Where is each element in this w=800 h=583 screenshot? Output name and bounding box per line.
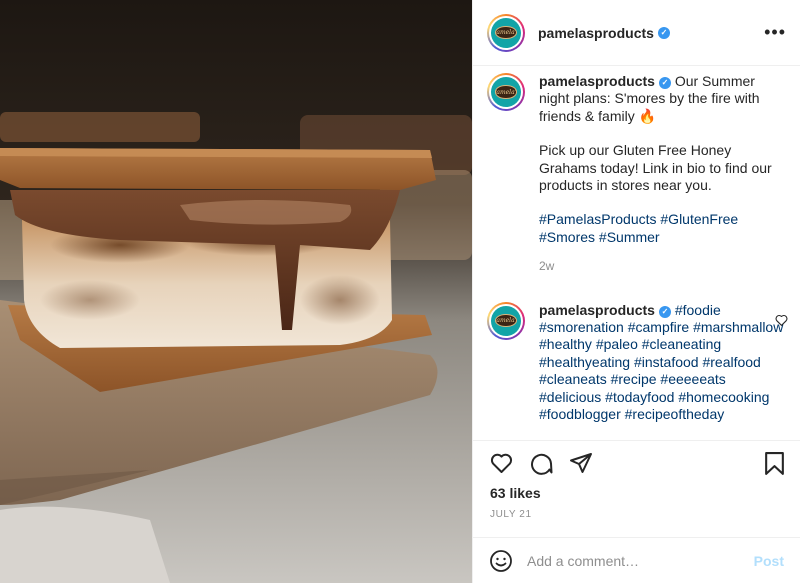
actions-section: 63 likes JULY 21 Post bbox=[473, 440, 800, 583]
avatar-logo: Pamela's bbox=[495, 314, 517, 328]
post-date[interactable]: JULY 21 bbox=[490, 509, 532, 520]
comment-input[interactable] bbox=[527, 553, 737, 569]
avatar[interactable]: Pamela's bbox=[487, 301, 525, 340]
post-photo[interactable] bbox=[0, 0, 472, 583]
post-header: Pamela's pamelasproducts ✓ ••• bbox=[473, 0, 800, 66]
more-icon[interactable]: ••• bbox=[764, 22, 786, 42]
caption: Pamela's pamelasproducts✓ Our Summer nig… bbox=[487, 73, 786, 276]
verified-badge-icon: ✓ bbox=[658, 77, 671, 89]
comment-heart-icon[interactable] bbox=[775, 314, 788, 326]
heart-icon[interactable] bbox=[489, 451, 514, 475]
avatar[interactable]: Pamela's bbox=[487, 13, 525, 52]
likes-count[interactable]: 63 likes bbox=[490, 485, 541, 501]
avatar[interactable]: Pamela's bbox=[487, 73, 525, 111]
add-comment-bar: Post bbox=[473, 537, 800, 583]
verified-badge-icon: ✓ bbox=[658, 305, 671, 318]
comment-username[interactable]: pamelasproducts bbox=[539, 302, 655, 318]
comment-icon[interactable] bbox=[529, 451, 553, 475]
avatar-logo: Pamela's bbox=[495, 85, 517, 99]
comment-hashtags[interactable]: #foodie #smorenation #campfire #marshmal… bbox=[539, 302, 783, 422]
caption-age[interactable]: 2w bbox=[539, 258, 785, 275]
share-icon[interactable] bbox=[569, 451, 593, 475]
caption-hashtags[interactable]: #PamelasProducts #GlutenFree #Smores #Su… bbox=[539, 211, 785, 246]
post-panel: Pamela's pamelasproducts ✓ ••• Pamela's … bbox=[472, 0, 800, 583]
verified-badge-icon: ✓ bbox=[657, 26, 670, 39]
caption-username[interactable]: pamelasproducts bbox=[539, 73, 655, 89]
header-username[interactable]: pamelasproducts bbox=[538, 25, 654, 41]
action-icons bbox=[489, 451, 785, 477]
comment: Pamela's pamelasproducts✓ #foodie #smore… bbox=[487, 301, 788, 424]
bookmark-icon[interactable] bbox=[764, 451, 785, 476]
smores-photo bbox=[0, 0, 472, 583]
emoji-icon[interactable] bbox=[489, 549, 513, 573]
comments-section[interactable]: Pamela's pamelasproducts✓ Our Summer nig… bbox=[473, 67, 800, 439]
caption-text-line2: Pick up our Gluten Free Honey Grahams to… bbox=[539, 142, 772, 194]
post-button[interactable]: Post bbox=[754, 553, 784, 569]
avatar-logo: Pamela's bbox=[495, 25, 517, 40]
